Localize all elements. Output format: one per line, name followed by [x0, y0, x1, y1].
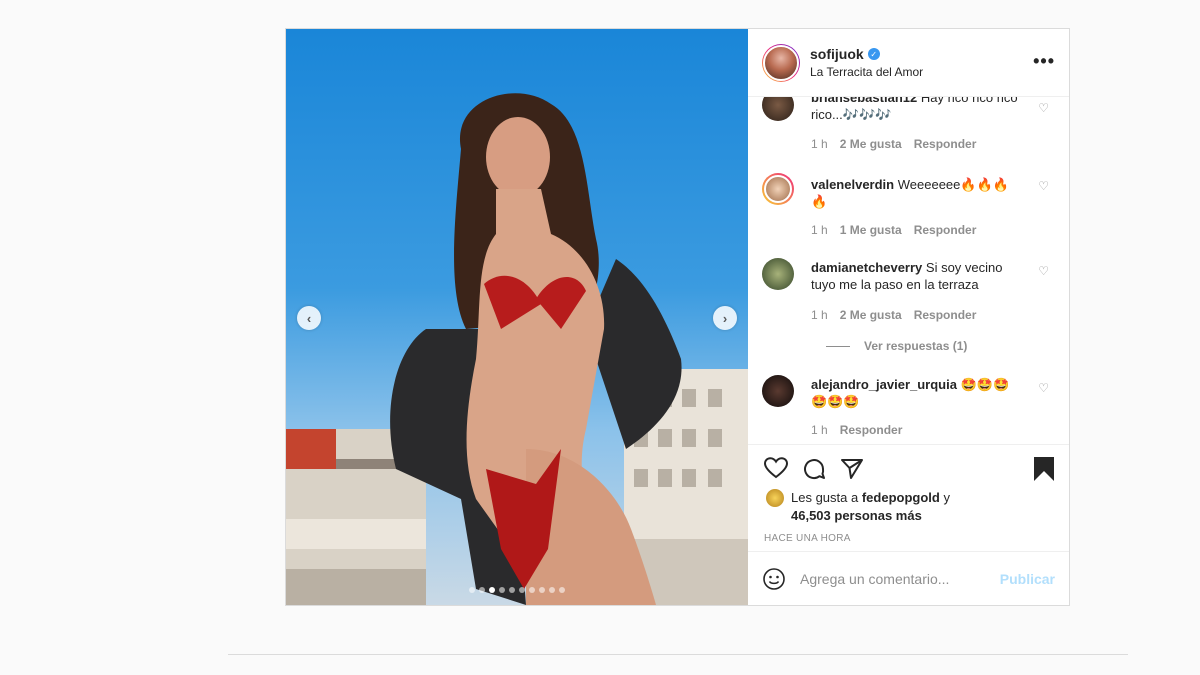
comment-likes[interactable]: 1 Me gusta: [840, 223, 902, 237]
likes-count[interactable]: 46,503 personas más: [791, 508, 922, 523]
carousel-dot: [549, 587, 555, 593]
more-options-icon[interactable]: •••: [1033, 51, 1055, 72]
person-figure: [390, 93, 682, 605]
comment-meta: 1 h 2 Me gusta Responder: [811, 308, 976, 322]
carousel-dot: [509, 587, 515, 593]
carousel-dot-active: [489, 587, 495, 593]
comment-meta: 1 h 1 Me gusta Responder: [811, 223, 976, 237]
post-side-panel: sofijuok ✓ La Terracita del Amor ••• bri…: [748, 29, 1069, 605]
comment-body: valenelverdin Weeeeeee🔥🔥🔥🔥: [811, 176, 1025, 210]
comment-meta: 1 h Responder: [811, 423, 902, 437]
comment-input[interactable]: Agrega un comentario...: [800, 571, 1000, 587]
share-paper-plane-icon[interactable]: [840, 457, 864, 481]
like-comment-heart-icon[interactable]: ♡: [1038, 264, 1049, 278]
comments-list[interactable]: briansebastian12 Hay rico rico rico rico…: [748, 97, 1069, 444]
comment-body: damianetcheverry Si soy vecino tuyo me l…: [811, 259, 1025, 293]
likes-suffix: y: [943, 490, 950, 505]
post-location[interactable]: La Terracita del Amor: [810, 65, 923, 79]
carousel-dot: [539, 587, 545, 593]
carousel-dot: [479, 587, 485, 593]
liker-avatar[interactable]: [766, 489, 784, 507]
replies-divider: [826, 345, 850, 347]
view-replies-label: Ver respuestas (1): [864, 339, 968, 353]
like-comment-heart-icon[interactable]: ♡: [1038, 101, 1049, 115]
comment-time[interactable]: 1 h: [811, 308, 828, 322]
post-username[interactable]: sofijuok: [810, 46, 864, 62]
carousel-dots: [286, 587, 748, 593]
likes-prefix: Les gusta a: [791, 490, 859, 505]
carousel-prev-button[interactable]: ‹: [297, 306, 321, 330]
carousel-dot: [499, 587, 505, 593]
comment-body: briansebastian12 Hay rico rico rico rico…: [811, 97, 1025, 123]
liker-username[interactable]: fedepopgold: [862, 490, 940, 505]
post-header: sofijuok ✓ La Terracita del Amor •••: [748, 29, 1069, 97]
like-comment-heart-icon[interactable]: ♡: [1038, 179, 1049, 193]
like-heart-icon[interactable]: [764, 457, 788, 479]
comment-username[interactable]: briansebastian12: [811, 97, 917, 105]
comment-time[interactable]: 1 h: [811, 423, 828, 437]
instagram-post: ‹ › sofijuok ✓ La Terracita del Amor •••…: [285, 28, 1070, 606]
post-image[interactable]: ‹ ›: [286, 29, 748, 605]
comment-time[interactable]: 1 h: [811, 137, 828, 151]
comment-avatar[interactable]: [762, 258, 794, 290]
reply-button[interactable]: Responder: [914, 308, 977, 322]
carousel-dot: [529, 587, 535, 593]
comment-bubble-icon[interactable]: [802, 457, 826, 481]
action-bar: [748, 444, 1069, 485]
comment-avatar[interactable]: [762, 375, 794, 407]
publish-button[interactable]: Publicar: [1000, 571, 1055, 587]
comment-meta: 1 h 2 Me gusta Responder: [811, 137, 976, 151]
reply-button[interactable]: Responder: [914, 137, 977, 151]
post-username-row: sofijuok ✓: [810, 46, 923, 62]
comment-username[interactable]: damianetcheverry: [811, 260, 922, 275]
comment-avatar[interactable]: [762, 173, 794, 205]
carousel-next-button[interactable]: ›: [713, 306, 737, 330]
comment-likes[interactable]: 2 Me gusta: [840, 308, 902, 322]
carousel-dot: [469, 587, 475, 593]
save-bookmark-icon[interactable]: [1033, 457, 1055, 481]
avatar-image: [763, 44, 799, 81]
comment-time[interactable]: 1 h: [811, 223, 828, 237]
comment-username[interactable]: alejandro_javier_urquia: [811, 377, 957, 392]
verified-badge-icon: ✓: [867, 48, 880, 60]
avatar[interactable]: [762, 43, 800, 82]
comment-likes[interactable]: 2 Me gusta: [840, 137, 902, 151]
reply-button[interactable]: Responder: [914, 223, 977, 237]
comment-avatar[interactable]: [762, 97, 794, 121]
likes-text: Les gusta a fedepopgold y 46,503 persona…: [791, 489, 950, 525]
likes-summary: Les gusta a fedepopgold y 46,503 persona…: [748, 485, 1069, 525]
view-replies-button[interactable]: Ver respuestas (1): [826, 339, 967, 353]
reply-button[interactable]: Responder: [840, 423, 903, 437]
carousel-dot: [519, 587, 525, 593]
carousel-dot: [559, 587, 565, 593]
page-divider: [228, 654, 1128, 655]
add-comment-bar: Agrega un comentario... Publicar: [748, 551, 1069, 605]
like-comment-heart-icon[interactable]: ♡: [1038, 381, 1049, 395]
comment-body: alejandro_javier_urquia 🤩🤩🤩🤩🤩🤩: [811, 376, 1025, 410]
emoji-smiley-icon[interactable]: [762, 567, 786, 591]
comment-username[interactable]: valenelverdin: [811, 177, 894, 192]
